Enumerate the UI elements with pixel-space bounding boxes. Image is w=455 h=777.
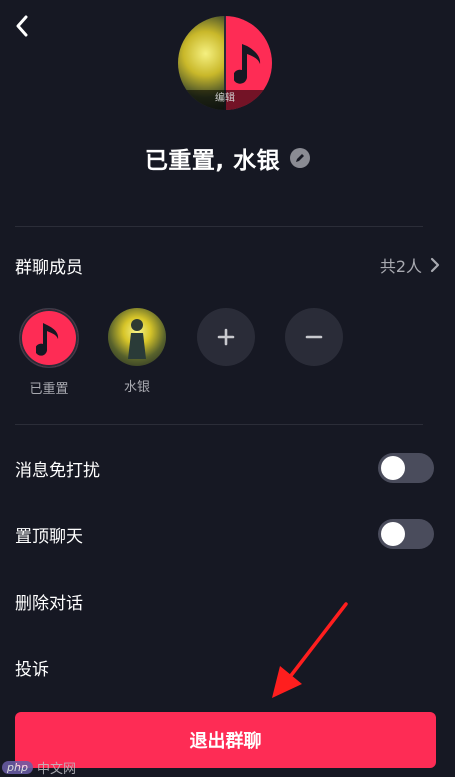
members-count[interactable]: 共2人 — [380, 253, 440, 277]
delete-conversation-label: 删除对话 — [15, 593, 83, 614]
add-member-button[interactable] — [195, 308, 257, 366]
member-avatar[interactable] — [108, 308, 166, 366]
pin-chat-row: 置顶聊天 — [15, 518, 440, 550]
pin-chat-label: 置顶聊天 — [15, 526, 83, 547]
mute-notifications-label: 消息免打扰 — [15, 460, 100, 481]
watermark-text: 中文网 — [36, 762, 76, 777]
member-item[interactable]: 水银 — [106, 308, 168, 395]
group-name: 已重置, 水银 — [144, 148, 281, 174]
chevron-right-icon — [430, 257, 440, 273]
group-name-row: 已重置, 水银 — [0, 140, 455, 176]
members-count-text: 共2人 — [379, 257, 422, 276]
add-member-circle[interactable] — [197, 308, 255, 366]
edit-name-button[interactable] — [290, 148, 311, 168]
chevron-left-icon — [16, 15, 28, 37]
annotation-arrow — [272, 602, 348, 698]
back-button[interactable] — [10, 12, 34, 40]
plus-icon — [217, 328, 235, 346]
member-name: 已重置 — [29, 382, 69, 397]
music-note-icon — [234, 44, 261, 84]
remove-member-button[interactable] — [283, 308, 345, 366]
member-name: 水银 — [123, 380, 150, 395]
group-avatar[interactable]: 编辑 — [178, 16, 272, 110]
avatar-edit-label[interactable]: 编辑 — [178, 90, 272, 110]
divider — [15, 226, 423, 227]
remove-member-circle[interactable] — [285, 308, 343, 366]
music-note-icon — [36, 323, 59, 356]
members-row[interactable]: 群聊成员 共2人 — [15, 249, 440, 281]
report-label: 投诉 — [15, 659, 49, 680]
mute-notifications-row: 消息免打扰 — [15, 452, 440, 484]
pencil-icon — [296, 154, 305, 162]
character-figure-icon — [128, 319, 146, 359]
toggle-knob — [381, 456, 405, 480]
delete-conversation-row[interactable]: 删除对话 — [15, 585, 440, 617]
member-item[interactable]: 已重置 — [18, 308, 80, 397]
report-row[interactable]: 投诉 — [15, 651, 440, 683]
watermark-logo: php — [2, 761, 33, 774]
pin-chat-toggle[interactable] — [378, 519, 434, 549]
mute-notifications-toggle[interactable] — [378, 453, 434, 483]
watermark: php 中文网 — [2, 758, 76, 777]
members-label: 群聊成员 — [15, 257, 83, 278]
exit-group-button[interactable]: 退出群聊 — [15, 712, 436, 768]
minus-icon — [305, 335, 323, 339]
member-avatar[interactable] — [19, 308, 79, 368]
divider — [15, 424, 423, 425]
toggle-knob — [381, 522, 405, 546]
